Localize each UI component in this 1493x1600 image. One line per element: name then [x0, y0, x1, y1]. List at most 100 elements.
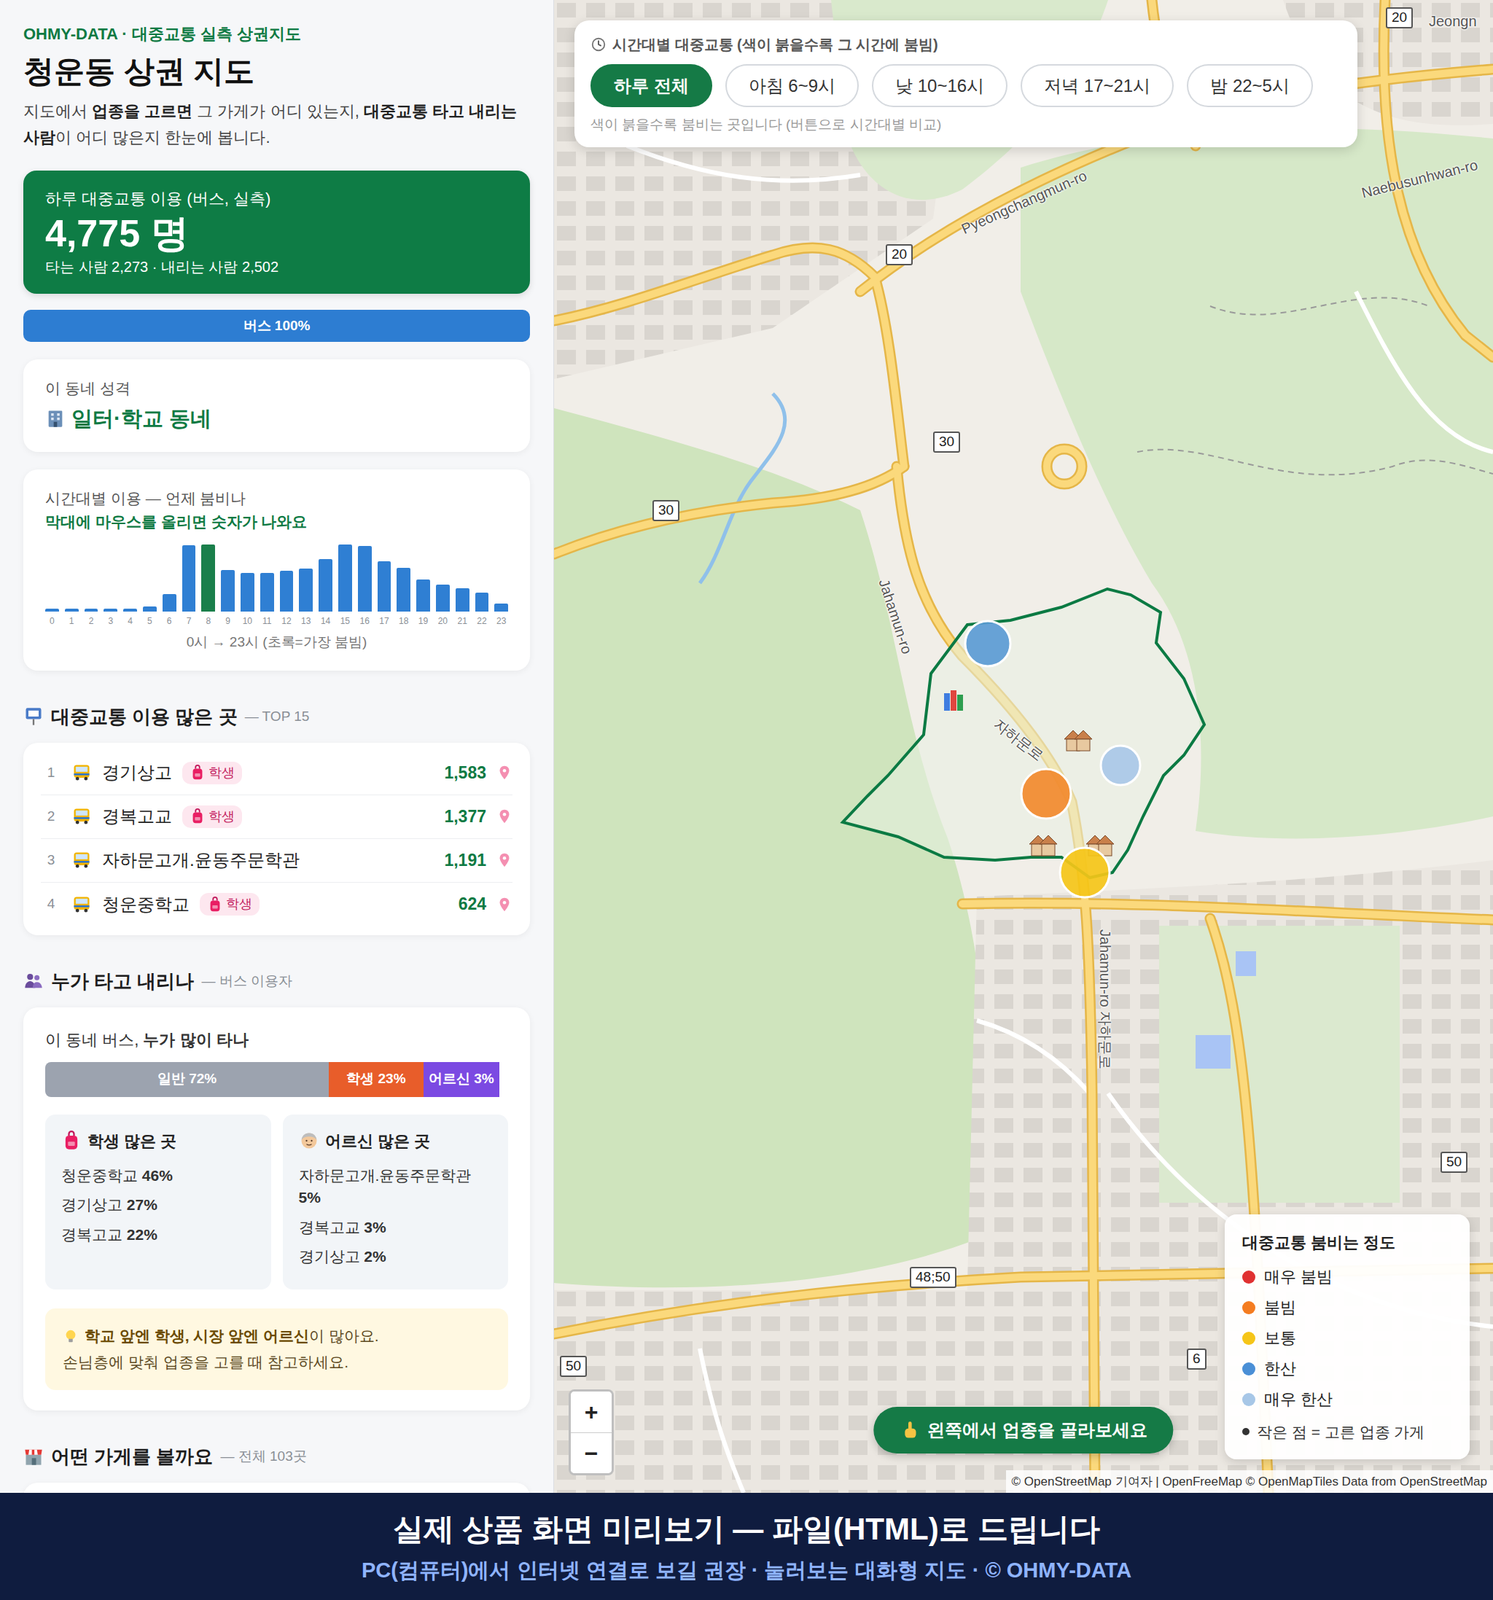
- hour-label: 11: [260, 614, 275, 628]
- road-shield: 50: [559, 1355, 587, 1378]
- group-title: 학생 많은 곳: [61, 1129, 256, 1154]
- rider-segment: 일반 72%: [45, 1062, 329, 1098]
- chart-title: 시간대별 이용 — 언제 붐비나: [45, 486, 509, 511]
- hour-bar[interactable]: [455, 588, 470, 612]
- hour-bar[interactable]: [279, 570, 294, 612]
- stop-marker[interactable]: [965, 621, 1011, 667]
- road-label: Jahamun-ro 자하문로: [1094, 929, 1117, 1070]
- time-button[interactable]: 아침 6~9시: [725, 64, 859, 108]
- bar-slot: [298, 544, 313, 612]
- hour-label: 22: [475, 614, 490, 628]
- legend-title: 대중교통 붐비는 정도: [1242, 1230, 1453, 1255]
- hour-bar[interactable]: [338, 544, 353, 612]
- zoom-in-button[interactable]: +: [570, 1391, 612, 1433]
- hour-bar[interactable]: [377, 561, 392, 612]
- hour-label: 13: [298, 614, 313, 628]
- road-shield: 30: [933, 431, 961, 453]
- stop-marker[interactable]: [1059, 847, 1110, 898]
- hour-label: 21: [455, 614, 470, 628]
- stop-marker[interactable]: [1021, 769, 1071, 819]
- stop-marker[interactable]: [1100, 745, 1141, 786]
- choose-category-prompt[interactable]: 왼쪽에서 업종을 골라보세요: [873, 1406, 1173, 1454]
- bar-slot: [162, 544, 177, 612]
- hour-bar[interactable]: [201, 544, 216, 612]
- group-item-share: 3%: [363, 1218, 386, 1236]
- rider-groups: 학생 많은 곳청운중학교 46%경기상고 27%경복고교 22%어르신 많은 곳…: [39, 1102, 514, 1291]
- hour-bar[interactable]: [475, 592, 490, 612]
- pin-icon[interactable]: [496, 764, 513, 781]
- hour-bar[interactable]: [494, 603, 509, 612]
- bulb-icon: [62, 1328, 79, 1345]
- text-part: 이 동네 버스,: [45, 1030, 143, 1050]
- hour-bar[interactable]: [123, 608, 138, 612]
- stop-count: 1,583: [443, 760, 487, 786]
- group-item: 경기상고 2%: [298, 1245, 493, 1268]
- group-column: 어르신 많은 곳자하문고개.윤동주문학관 5%경복고교 3%경기상고 2%: [277, 1114, 515, 1291]
- elder-icon: [298, 1130, 320, 1152]
- map-attribution[interactable]: © OpenStreetMap 기여자 | OpenFreeMap © Open…: [1006, 1470, 1493, 1494]
- bar-slot: [377, 544, 392, 612]
- hour-bar[interactable]: [396, 567, 411, 612]
- hour-bar[interactable]: [142, 606, 157, 612]
- road-shield: 20: [1385, 7, 1413, 29]
- hour-bar[interactable]: [103, 608, 118, 612]
- time-buttons: 하루 전체 아침 6~9시 낮 10~16시 저녁 17~21시 밤 22~5시: [590, 64, 1342, 108]
- time-filter-title: 시간대별 대중교통 (색이 붉을수록 그 시간에 붐빔): [590, 33, 1342, 56]
- text-part: 이 어디 많은지 한눈에 봅니다.: [55, 128, 271, 147]
- hour-label: 18: [396, 614, 411, 628]
- hour-bar[interactable]: [220, 570, 235, 612]
- hour-bar[interactable]: [318, 559, 333, 612]
- stop-row[interactable]: 4청운중학교학생624: [40, 882, 513, 927]
- pin-icon[interactable]: [496, 896, 513, 913]
- tip-line: 손님층에 맞춰 업종을 고를 때 참고하세요.: [62, 1349, 491, 1376]
- bar-slot: [64, 544, 79, 612]
- backpack-icon: [189, 764, 206, 781]
- hour-label: 16: [357, 614, 372, 628]
- time-button[interactable]: 낮 10~16시: [871, 64, 1008, 108]
- hour-bar[interactable]: [240, 572, 255, 612]
- time-button[interactable]: 저녁 17~21시: [1020, 64, 1174, 108]
- map[interactable]: 20JeongnPyeongchangmun-roNaebusunhwan-ro…: [554, 0, 1493, 1493]
- bar-slot: [142, 544, 157, 612]
- bar-slot: [435, 544, 450, 612]
- time-button[interactable]: 하루 전체: [590, 64, 713, 108]
- pin-icon[interactable]: [496, 808, 513, 825]
- group-box: 어르신 많은 곳자하문고개.윤동주문학관 5%경복고교 3%경기상고 2%: [282, 1114, 509, 1291]
- stop-row[interactable]: 3자하문고개.윤동주문학관1,191: [40, 839, 513, 883]
- hour-bar[interactable]: [357, 546, 372, 612]
- legend-item: 한산: [1242, 1353, 1453, 1385]
- bar-slot: [260, 544, 275, 612]
- riders-bar: 일반 72%학생 23%어르신 3%: [45, 1062, 509, 1098]
- time-button[interactable]: 밤 22~5시: [1186, 64, 1313, 108]
- hour-bar[interactable]: [162, 594, 177, 612]
- tag-label: 학생: [208, 763, 235, 783]
- group-column: 학생 많은 곳청운중학교 46%경기상고 27%경복고교 22%: [39, 1114, 278, 1291]
- group-item-share: 27%: [126, 1196, 158, 1214]
- text-part: 업종을 고르면: [91, 102, 193, 121]
- stop-rank: 2: [40, 806, 62, 828]
- legend-note: 작은 점 = 고른 업종 가게: [1242, 1420, 1453, 1445]
- group-item-name: 경복고교: [61, 1226, 123, 1243]
- mode-bar: 버스 100%: [23, 309, 530, 342]
- hour-bar[interactable]: [84, 608, 99, 612]
- pin-icon[interactable]: [496, 852, 513, 869]
- stop-row[interactable]: 1경기상고학생1,583: [40, 751, 513, 796]
- hour-bar[interactable]: [64, 608, 79, 612]
- legend-dot: [1242, 1331, 1256, 1346]
- group-item-share: 22%: [126, 1226, 158, 1243]
- hour-bar[interactable]: [435, 584, 450, 612]
- hour-bar[interactable]: [260, 572, 275, 612]
- hour-label: 6: [162, 614, 177, 628]
- hour-bar[interactable]: [45, 608, 60, 612]
- hour-label: 10: [240, 614, 255, 628]
- hour-label: 5: [142, 614, 157, 628]
- hour-bar[interactable]: [182, 545, 197, 612]
- road-shield: 48;50: [909, 1267, 957, 1289]
- hour-bar[interactable]: [298, 568, 313, 612]
- section-heading: 누가 타고 내리나— 버스 이용자: [23, 967, 530, 996]
- stop-row[interactable]: 2경복고교학생1,377: [40, 795, 513, 840]
- legend-label: 매우 붐빔: [1264, 1264, 1333, 1289]
- hour-bar[interactable]: [416, 579, 431, 612]
- zoom-out-button[interactable]: −: [570, 1432, 612, 1474]
- stop-count: 1,191: [443, 847, 487, 874]
